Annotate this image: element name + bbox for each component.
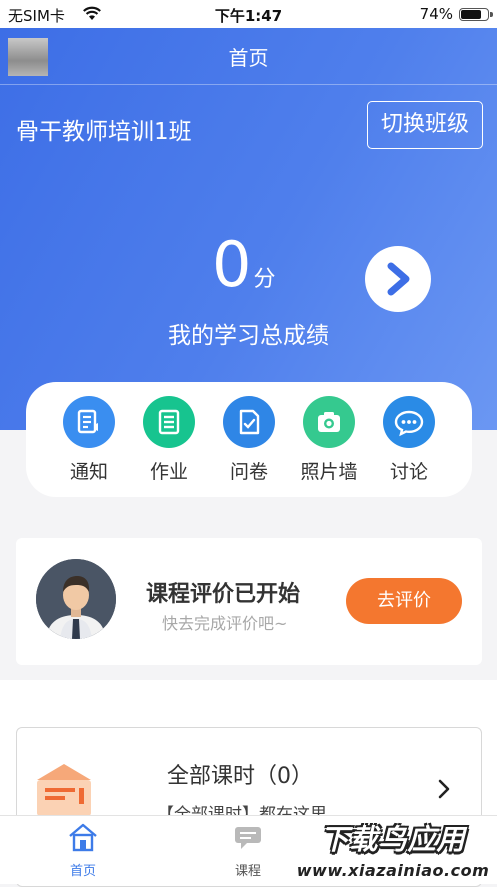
battery-icon bbox=[459, 8, 493, 21]
chevron-right-icon bbox=[387, 262, 410, 296]
all-lessons-title: 全部课时（0） bbox=[167, 764, 313, 789]
battery-percent: 74% bbox=[419, 5, 453, 23]
quick-action-photo-wall[interactable]: 照片墙 bbox=[289, 396, 369, 484]
quick-action-label: 通知 bbox=[69, 461, 108, 483]
tab-home[interactable]: 首页 bbox=[43, 822, 123, 879]
notice-icon bbox=[63, 396, 115, 448]
go-evaluate-button[interactable]: 去评价 bbox=[346, 578, 462, 624]
tab-courses[interactable]: 课程 bbox=[208, 822, 288, 879]
score-unit: 分 bbox=[253, 267, 276, 292]
quick-action-label: 问卷 bbox=[229, 461, 268, 483]
watermark-url: www.xiazainiao.com bbox=[296, 861, 490, 880]
chevron-right-icon bbox=[437, 778, 451, 804]
evaluation-card: 课程评价已开始 快去完成评价吧~ 去评价 bbox=[16, 538, 482, 665]
quick-actions: 通知 作业 问卷 照片墙 讨论 bbox=[26, 382, 472, 497]
quick-action-discussion[interactable]: 讨论 bbox=[369, 396, 449, 484]
score-detail-button[interactable] bbox=[365, 246, 431, 312]
evaluation-title: 课程评价已开始 bbox=[146, 582, 301, 607]
tab-label: 首页 bbox=[69, 864, 96, 879]
course-chat-icon bbox=[235, 827, 261, 849]
watermark-title: 下载鸟应用 bbox=[320, 823, 466, 856]
quick-action-notice[interactable]: 通知 bbox=[49, 396, 129, 484]
quick-action-label: 作业 bbox=[149, 461, 188, 483]
score-value: 0 bbox=[212, 228, 252, 301]
tab-label: 课程 bbox=[234, 864, 261, 879]
quick-action-label: 讨论 bbox=[389, 461, 428, 483]
camera-icon bbox=[303, 396, 355, 448]
nav-divider bbox=[0, 84, 497, 85]
chat-icon bbox=[383, 396, 435, 448]
page-title: 首页 bbox=[228, 46, 269, 70]
lessons-icon bbox=[31, 756, 97, 822]
switch-class-button[interactable]: 切换班级 bbox=[367, 101, 483, 149]
questionnaire-icon bbox=[223, 396, 275, 448]
home-icon bbox=[69, 823, 97, 852]
score-caption: 我的学习总成绩 bbox=[168, 323, 329, 349]
homework-icon bbox=[143, 396, 195, 448]
quick-action-homework[interactable]: 作业 bbox=[129, 396, 209, 484]
nav-bar: 首页 bbox=[0, 28, 497, 84]
total-score: 0分 bbox=[212, 230, 275, 300]
evaluation-subtitle: 快去完成评价吧~ bbox=[162, 614, 288, 633]
hero-panel: 首页 骨干教师培训1班 切换班级 0分 我的学习总成绩 bbox=[0, 28, 497, 430]
quick-action-label: 照片墙 bbox=[300, 461, 358, 483]
watermark-logo: 下载鸟应用 www.xiazainiao.com bbox=[295, 815, 497, 883]
class-name: 骨干教师培训1班 bbox=[16, 119, 192, 145]
status-bar: 无SIM卡 下午1:47 74% bbox=[0, 0, 497, 28]
teacher-avatar bbox=[36, 559, 116, 639]
quick-action-questionnaire[interactable]: 问卷 bbox=[209, 396, 289, 484]
